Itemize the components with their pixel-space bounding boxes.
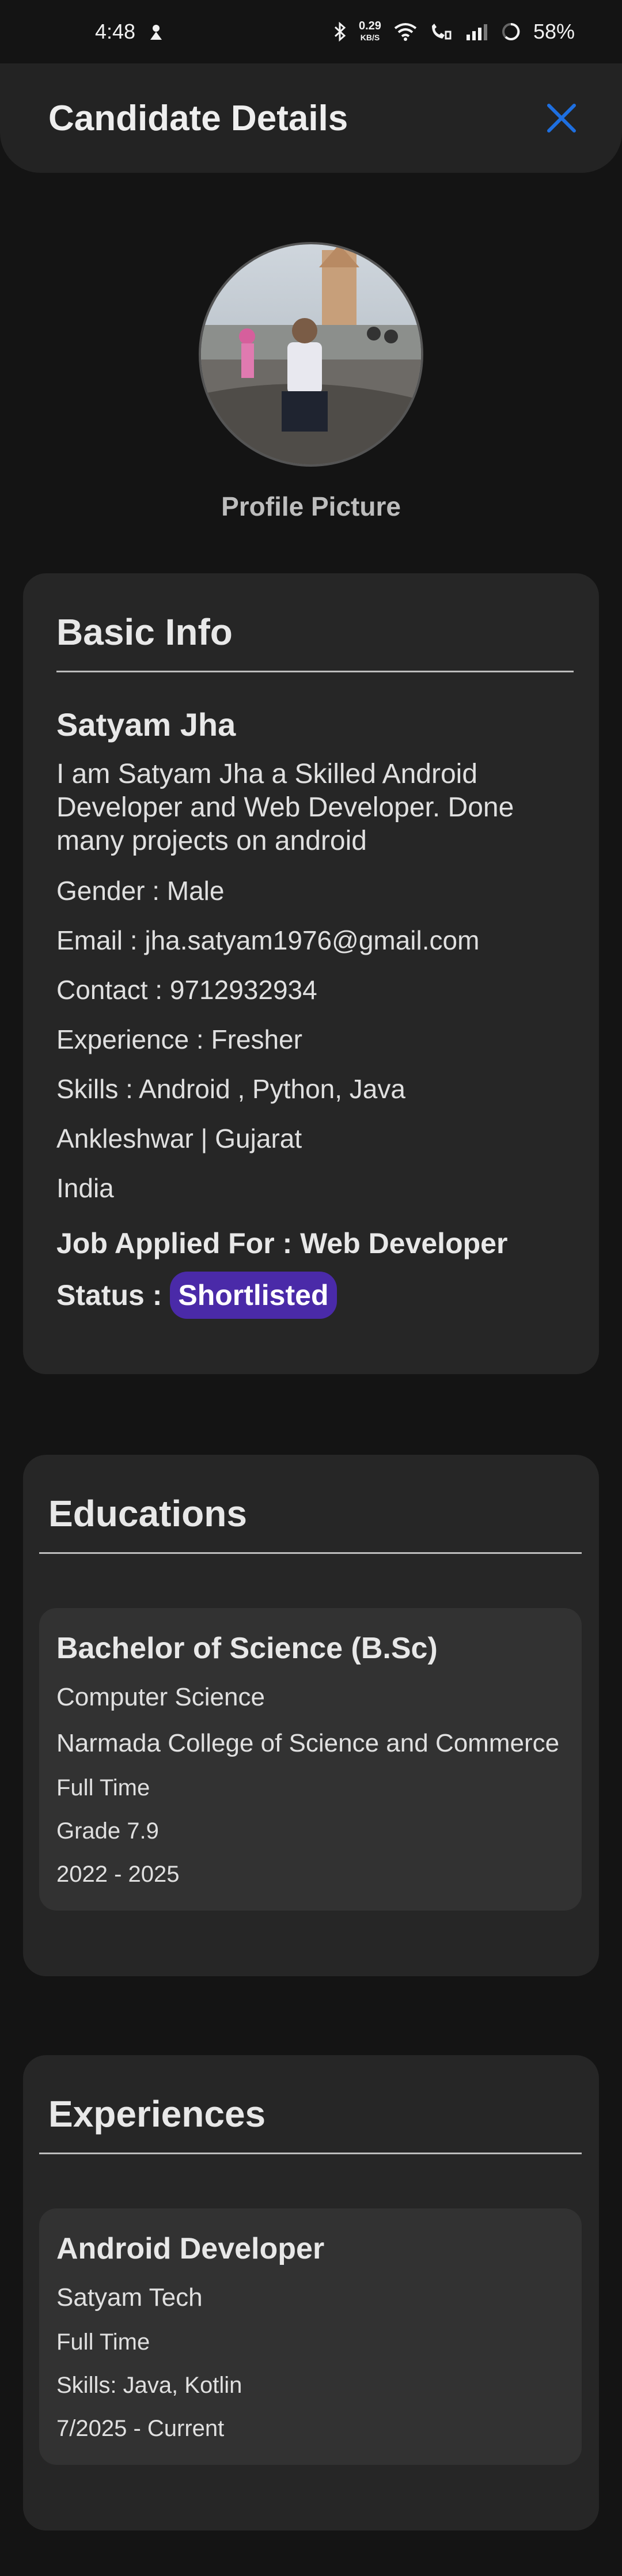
experience-company: Satyam Tech [56,2283,203,2312]
close-button[interactable] [544,101,579,135]
educations-heading: Educations [48,1493,247,1534]
experiences-card: Experiences Android Developer Satyam Tec… [23,2055,599,2530]
experience-skills: Skills: Java, Kotlin [56,2373,242,2398]
country-text: India [56,1173,114,1203]
experience-period: 7/2025 - Current [56,2416,225,2441]
skills-text: Skills : Android , Python, Java [56,1074,405,1104]
education-item[interactable]: Bachelor of Science (B.Sc) Computer Scie… [39,1608,582,1911]
experience-item[interactable]: Android Developer Satyam Tech Full Time … [39,2208,582,2465]
education-years: 2022 - 2025 [56,1862,180,1887]
status-row: Status : Shortlisted [56,1272,574,1319]
experience-type: Full Time [56,2329,150,2355]
app-header: Candidate Details [0,63,622,173]
close-icon [547,104,576,133]
basic-info-heading: Basic Info [56,611,233,653]
experiences-heading: Experiences [48,2093,266,2135]
job-applied-text: Job Applied For : Web Developer [56,1227,508,1259]
network-speed-value: 0.29 [359,20,381,32]
education-field: Computer Science [56,1683,265,1711]
candidate-bio: I am Satyam Jha a Skilled Android Develo… [56,759,514,856]
battery-icon [501,22,521,41]
experience-text: Experience : Fresher [56,1024,302,1054]
signal-icon [465,23,488,40]
email-text[interactable]: Email : jha.satyam1976@gmail.com [56,924,574,957]
experience-role: Android Developer [56,2232,325,2265]
education-college: Narmada College of Science and Commerce [56,1729,560,1757]
status-badge[interactable]: Shortlisted [170,1272,337,1319]
network-speed-unit: KB/S [360,33,380,42]
wifi-icon [394,22,417,41]
profile-picture-wrap [199,242,423,467]
education-degree: Bachelor of Science (B.Sc) [56,1632,438,1665]
page-title: Candidate Details [48,98,348,138]
status-bar: 4:48 0.29 KB/S 58% [0,0,622,63]
candidate-name: Satyam Jha [56,706,236,743]
avatar[interactable] [199,242,423,467]
profile-picture-caption: Profile Picture [221,491,401,521]
battery-percent: 58% [533,20,575,43]
network-speed: 0.29 KB/S [359,20,381,43]
status-time: 4:48 [95,20,136,43]
status-label: Status : [56,1279,162,1311]
location-text: Ankleshwar | Gujarat [56,1124,302,1153]
basic-info-card: Basic Info Satyam Jha I am Satyam Jha a … [23,573,599,1374]
divider [56,671,574,672]
education-grade: Grade 7.9 [56,1818,159,1844]
contact-text[interactable]: Contact : 9712932934 [56,973,574,1007]
education-mode: Full Time [56,1775,150,1800]
wifi-calling-icon [430,22,453,41]
gender-text: Gender : Male [56,876,225,906]
divider [39,2153,582,2154]
divider [39,1552,582,1554]
bluetooth-icon [333,22,346,41]
notification-icon [148,22,164,41]
educations-card: Educations Bachelor of Science (B.Sc) Co… [23,1455,599,1976]
